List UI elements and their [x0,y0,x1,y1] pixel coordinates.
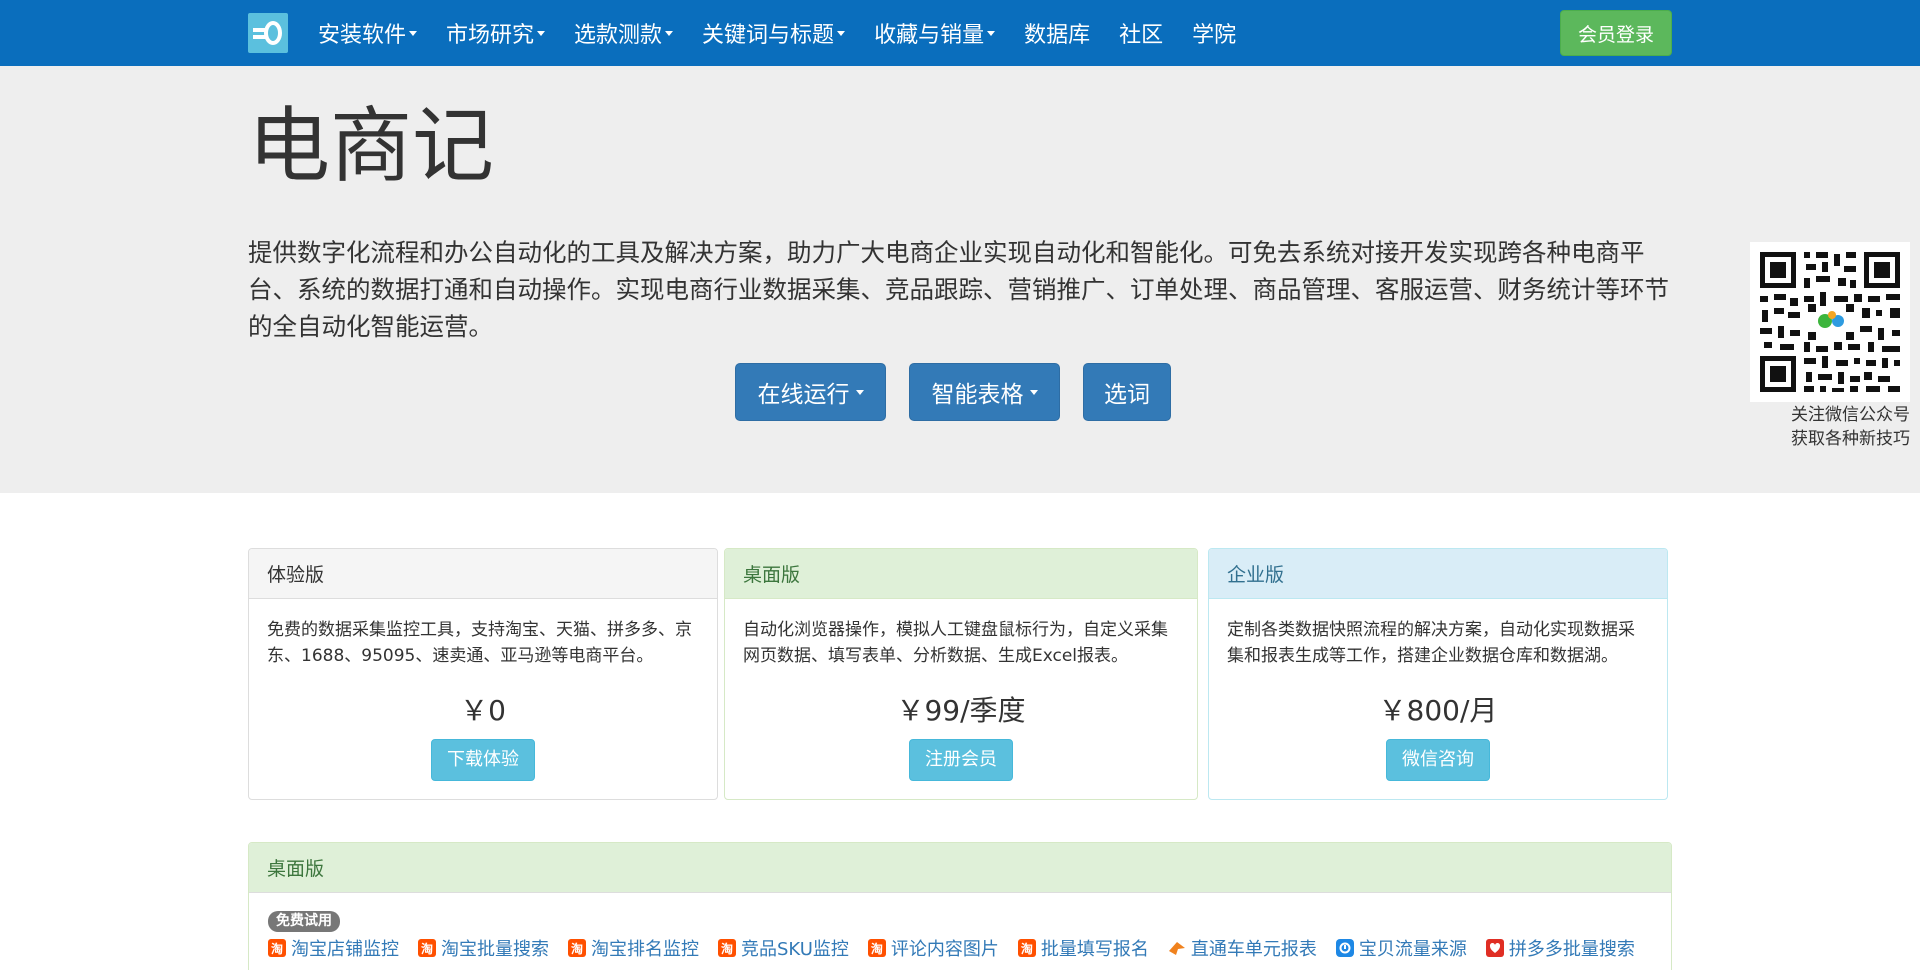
plan-title: 体验版 [249,549,717,599]
wechat-consult-button[interactable]: 微信咨询 [1386,739,1490,781]
taobao-icon: 淘 [867,939,886,957]
nav-item-label: 收藏与销量 [874,23,985,48]
plan-title: 企业版 [1209,549,1667,599]
tool-link[interactable]: 宝贝流量来源 [1335,935,1467,961]
nav-item-label: 数据库 [1024,23,1091,48]
plan-body: 免费的数据采集监控工具，支持淘宝、天猫、拼多多、京东、1688、95095、速卖… [249,599,717,781]
tool-label: 批量填写报名 [1040,939,1149,960]
section-title: 桌面版 [249,843,1671,893]
tool-link[interactable]: 淘评论内容图片 [867,935,999,961]
qr-caption-line: 获取各种新技巧 [1791,429,1910,449]
button-label: 智能表格 [931,382,1024,408]
qr-caption-line: 关注微信公众号 [1791,405,1910,425]
wechat-qr-code-icon [1750,242,1910,402]
tool-link[interactable]: 淘批量填写报名 [1017,935,1149,961]
plan-price: ￥800/月 [1378,694,1498,727]
ztc-icon [1168,939,1186,957]
tool-link[interactable]: 淘淘宝店铺监控 [268,935,399,961]
caret-down-icon [537,30,546,36]
plan-panel-enterprise: 企业版 定制各类数据快照流程的解决方案，自动化实现数据采集和报表生成等工作，搭建… [1208,548,1668,800]
nav-item-database[interactable]: 数据库 [1024,17,1090,49]
nav-item-academy[interactable]: 学院 [1192,17,1236,49]
hero-button-group: 在线运行 智能表格 选词 [735,363,1194,421]
nav-item-market-research[interactable]: 市场研究 [446,17,546,49]
hero-description: 提供数字化流程和办公自动化的工具及解决方案，助力广大电商企业实现自动化和智能化。… [248,238,1669,341]
tool-link[interactable]: 淘竞品SKU监控 [718,935,849,961]
tool-label: 评论内容图片 [890,939,999,960]
caret-down-icon [855,389,864,395]
tool-label: 淘宝排名监控 [591,939,699,960]
plan-body: 定制各类数据快照流程的解决方案，自动化实现数据采集和报表生成等工作，搭建企业数据… [1209,599,1667,781]
nav-item-product-testing[interactable]: 选款测款 [574,17,674,49]
plan-price: ￥99/季度 [896,694,1026,727]
nav-item-label: 安装软件 [318,23,407,48]
desktop-tools-panel: 桌面版 免费试用 淘淘宝店铺监控 淘淘宝批量搜索 淘淘宝排名监控 淘竞品SKU监… [248,842,1672,970]
top-navbar: 安装软件 市场研究 选款测款 关键词与标题 收藏与销量 数据库 社区 学院 会员… [0,0,1920,66]
plan-body: 自动化浏览器操作，模拟人工键盘鼠标行为，自定义采集网页数据、填写表单、分析数据、… [725,599,1197,781]
nav-item-favorites-sales[interactable]: 收藏与销量 [874,17,996,49]
taobao-icon: 淘 [1017,939,1036,957]
nav-item-keywords-titles[interactable]: 关键词与标题 [702,17,846,49]
hero-jumbotron: 电商记 提供数字化流程和办公自动化的工具及解决方案，助力广大电商企业实现自动化和… [0,66,1920,493]
plan-panel-trial: 体验版 免费的数据采集监控工具，支持淘宝、天猫、拼多多、京东、1688、9509… [248,548,718,800]
nav-item-community[interactable]: 社区 [1119,17,1163,49]
shengyicanmou-icon [1335,939,1354,957]
tool-label: 直通车单元报表 [1190,939,1317,960]
taobao-icon: 淘 [568,939,586,957]
tool-link[interactable]: 淘淘宝批量搜索 [418,935,549,961]
plan-description: 自动化浏览器操作，模拟人工键盘鼠标行为，自定义采集网页数据、填写表单、分析数据、… [743,620,1168,666]
download-trial-button[interactable]: 下载体验 [431,739,535,781]
register-member-button[interactable]: 注册会员 [909,739,1013,781]
pinduoduo-icon [1485,939,1504,957]
nav-item-label: 社区 [1119,23,1164,48]
plan-title: 桌面版 [725,549,1197,599]
tool-link[interactable]: 拼多多批量搜索 [1485,935,1635,961]
caret-down-icon [665,30,674,36]
caret-down-icon [1029,389,1038,395]
site-logo-icon[interactable] [248,13,288,53]
tool-label: 竞品SKU监控 [741,939,849,960]
qr-caption: 关注微信公众号 获取各种新技巧 [1791,403,1910,451]
tool-label: 淘宝店铺监控 [291,939,399,960]
hero-title: 电商记 [248,99,495,194]
caret-down-icon [409,30,418,36]
free-trial-badge: 免费试用 [268,911,340,932]
tool-label: 淘宝批量搜索 [441,939,549,960]
nav-item-label: 学院 [1192,23,1237,48]
button-label: 选词 [1104,382,1150,408]
tool-link[interactable]: 淘淘宝排名监控 [568,935,699,961]
navbar-inner: 安装软件 市场研究 选款测款 关键词与标题 收藏与销量 数据库 社区 学院 会员… [248,0,1672,66]
tool-label: 拼多多批量搜索 [1508,939,1635,960]
online-run-dropdown-button[interactable]: 在线运行 [735,363,886,421]
member-login-button[interactable]: 会员登录 [1560,10,1672,56]
plan-panel-desktop: 桌面版 自动化浏览器操作，模拟人工键盘鼠标行为，自定义采集网页数据、填写表单、分… [724,548,1198,800]
tool-link[interactable]: 直通车单元报表 [1168,935,1317,961]
nav-item-label: 选款测款 [574,23,663,48]
caret-down-icon [837,30,846,36]
taobao-icon: 淘 [418,939,436,957]
caret-down-icon [987,30,996,36]
button-label: 在线运行 [757,382,850,408]
nav-item-label: 关键词与标题 [702,23,835,48]
tool-label: 宝贝流量来源 [1358,939,1467,960]
nav-item-install-software[interactable]: 安装软件 [318,17,418,49]
taobao-icon: 淘 [718,939,736,957]
smart-table-dropdown-button[interactable]: 智能表格 [909,363,1060,421]
plan-description: 免费的数据采集监控工具，支持淘宝、天猫、拼多多、京东、1688、95095、速卖… [267,620,692,666]
tool-list: 淘淘宝店铺监控 淘淘宝批量搜索 淘淘宝排名监控 淘竞品SKU监控 淘评论内容图片… [268,935,1654,961]
nav-item-label: 市场研究 [446,23,535,48]
plan-price: ￥0 [460,694,506,727]
select-words-button[interactable]: 选词 [1083,363,1171,421]
taobao-icon: 淘 [268,939,286,957]
plan-description: 定制各类数据快照流程的解决方案，自动化实现数据采集和报表生成等工作，搭建企业数据… [1227,620,1635,666]
